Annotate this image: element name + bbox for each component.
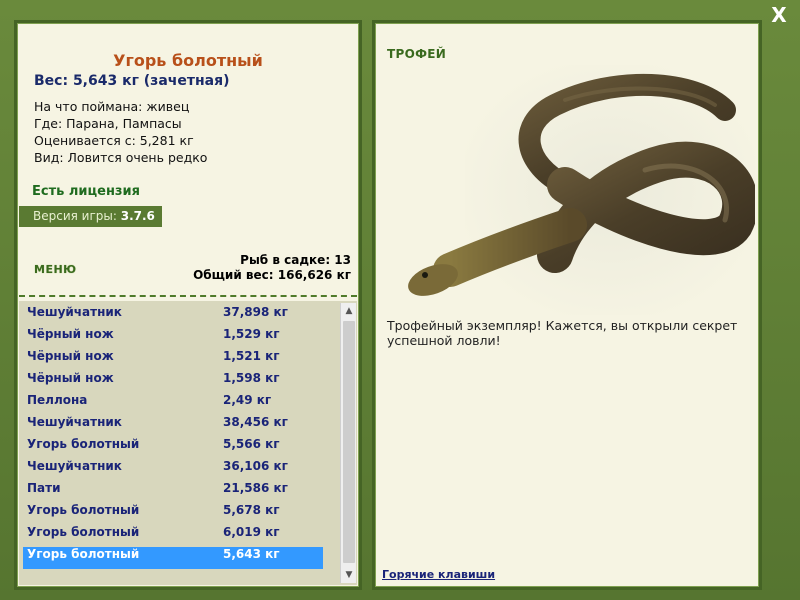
location-info: Где: Парана, Пампасы [34,116,182,131]
license-status: Есть лицензия [32,184,140,199]
catch-fish-name: Чёрный нож [27,371,114,385]
catch-list: Чешуйчатник 37,898 кг Чёрный нож 1,529 кг Чё… [19,301,357,585]
catch-list-item[interactable]: Чешуйчатник 37,898 кг [23,305,323,327]
catch-info-panel: Угорь болотный Вес: 5,643 кг (зачетная) … [14,20,362,590]
catch-fish-weight: 2,49 кг [223,393,272,407]
divider [19,295,357,297]
catch-fish-weight: 5,643 кг [223,547,280,561]
catch-fish-weight: 21,586 кг [223,481,288,495]
catch-fish-weight: 37,898 кг [223,305,288,319]
catch-fish-weight: 5,566 кг [223,437,280,451]
catch-list-item[interactable]: Пеллона 2,49 кг [23,393,323,415]
keepnet-summary: Рыб в садке: 13 Общий вес: 166,626 кг [193,253,351,283]
version-bar: Версия игры: 3.7.6 [19,206,162,227]
catch-fish-name: Чёрный нож [27,327,114,341]
catch-list-item[interactable]: Чешуйчатник 36,106 кг [23,459,323,481]
valued-from-info: Оценивается с: 5,281 кг [34,133,194,148]
catch-fish-name: Чёрный нож [27,349,114,363]
catch-fish-weight: 36,106 кг [223,459,288,473]
catch-list-item[interactable]: Чёрный нож 1,529 кг [23,327,323,349]
rarity-info: Вид: Ловится очень редко [34,150,208,165]
fish-weight: Вес: 5,643 кг (зачетная) [34,73,230,89]
hotkeys-link[interactable]: Горячие клавиши [382,568,495,581]
scroll-down-arrow-icon[interactable]: ▼ [341,567,357,583]
keepnet-total-weight: Общий вес: 166,626 кг [193,268,351,282]
fish-title: Угорь болотный [113,51,263,70]
catch-fish-name: Угорь болотный [27,525,140,539]
catch-fish-weight: 1,598 кг [223,371,280,385]
menu-button[interactable]: МЕНЮ [34,263,77,276]
scroll-up-arrow-icon[interactable]: ▲ [341,303,357,319]
scroll-thumb[interactable] [343,321,355,563]
close-button[interactable]: X [768,4,790,26]
catch-list-item[interactable]: Угорь болотный 5,566 кг [23,437,323,459]
catch-list-item[interactable]: Чёрный нож 1,598 кг [23,371,323,393]
catch-fish-name: Пати [27,481,61,495]
keepnet-fish-count: Рыб в садке: 13 [240,253,351,267]
catch-list-item[interactable]: Чёрный нож 1,521 кг [23,349,323,371]
catch-fish-name: Пеллона [27,393,88,407]
catch-fish-weight: 6,019 кг [223,525,280,539]
trophy-panel: ТРОФЕЙ Трофейный экземпляр! Кажется, вы … [372,20,762,590]
catch-list-item[interactable]: Пати 21,586 кг [23,481,323,503]
catch-fish-name: Чешуйчатник [27,459,122,473]
catch-list-item[interactable]: Угорь болотный 5,678 кг [23,503,323,525]
trophy-message: Трофейный экземпляр! Кажется, вы открыли… [387,318,738,348]
catch-fish-name: Чешуйчатник [27,415,122,429]
catch-list-item[interactable]: Чешуйчатник 38,456 кг [23,415,323,437]
bait-info: На что поймана: живец [34,99,190,114]
version-label: Версия игры: [33,209,117,223]
catch-fish-name: Чешуйчатник [27,305,122,319]
fish-details: На что поймана: живец Где: Парана, Пампа… [34,98,207,166]
catch-list-scrollbar[interactable]: ▲ ▼ [340,303,356,583]
catch-fish-weight: 1,529 кг [223,327,280,341]
catch-fish-weight: 5,678 кг [223,503,280,517]
catch-list-item[interactable]: Угорь болотный 6,019 кг [23,525,323,547]
catch-list-items: Чешуйчатник 37,898 кг Чёрный нож 1,529 кг Чё… [23,305,323,569]
catch-fish-weight: 1,521 кг [223,349,280,363]
catch-list-item[interactable]: Угорь болотный 5,643 кг [23,547,323,569]
catch-fish-name: Угорь болотный [27,547,140,561]
catch-fish-name: Угорь болотный [27,437,140,451]
catch-fish-name: Угорь болотный [27,503,140,517]
eel-image [408,65,755,315]
catch-fish-weight: 38,456 кг [223,415,288,429]
version-value: 3.7.6 [120,209,155,223]
